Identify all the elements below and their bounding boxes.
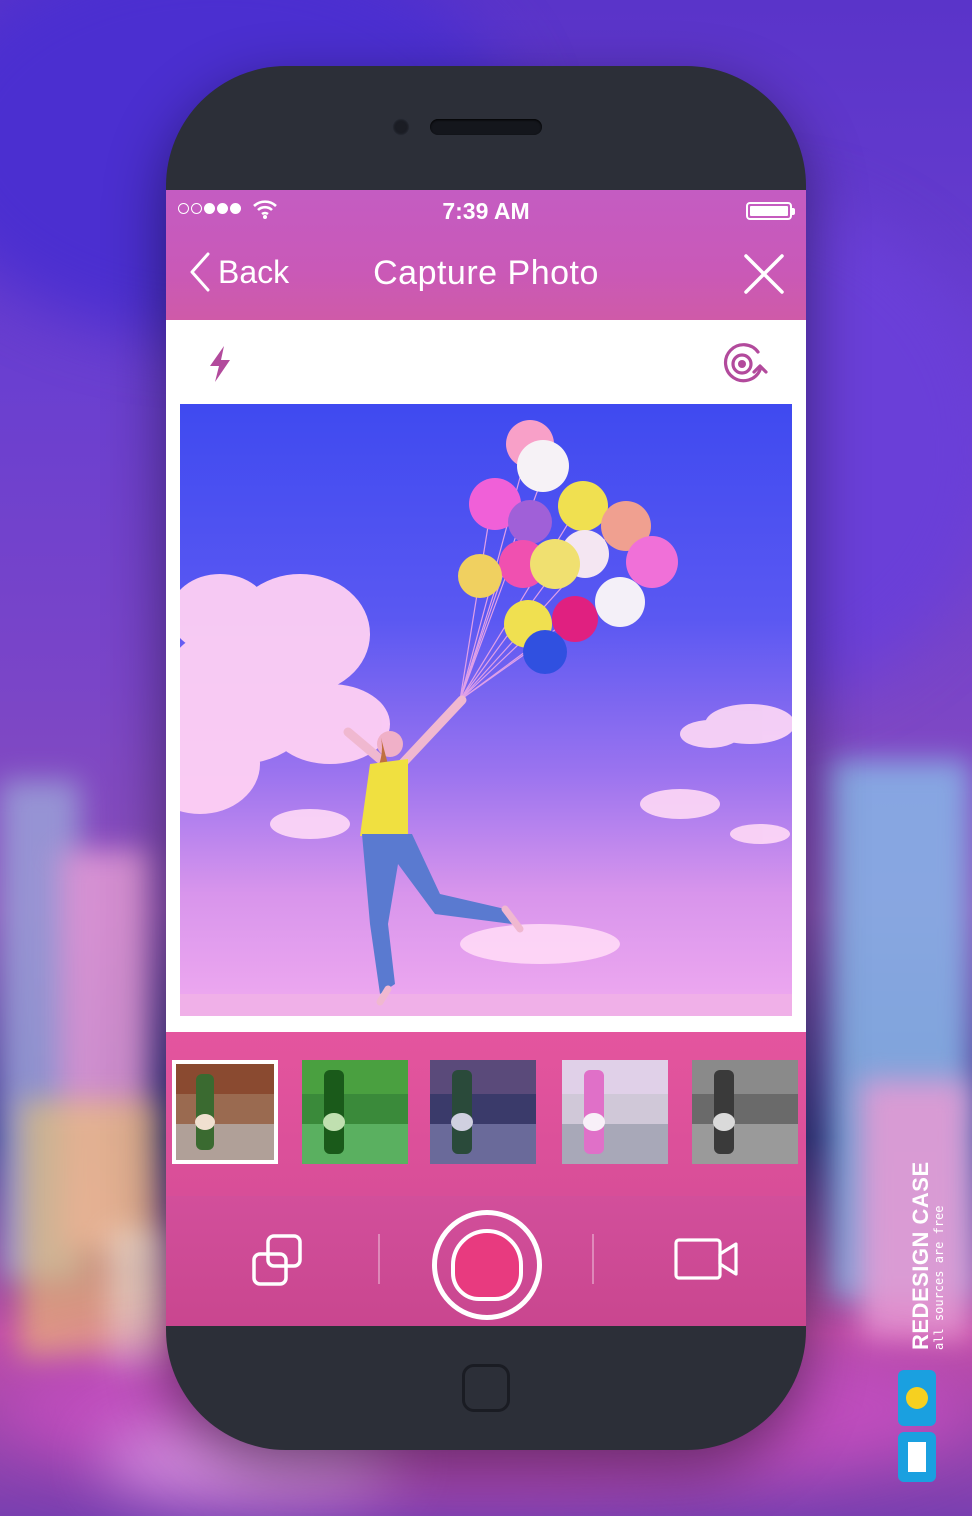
battery-icon: [746, 202, 795, 220]
filter-thumb-cool[interactable]: [430, 1060, 536, 1164]
watermark-tagline: all sources are free: [932, 1205, 946, 1351]
filter-thumb-mono[interactable]: [692, 1060, 798, 1164]
home-button[interactable]: [462, 1364, 510, 1412]
close-icon[interactable]: [742, 252, 786, 296]
gallery-icon[interactable]: [248, 1232, 306, 1290]
filter-thumb-warm[interactable]: [172, 1060, 278, 1164]
flip-camera-icon[interactable]: [720, 342, 768, 386]
earpiece-speaker: [430, 119, 542, 135]
filter-thumb-pink[interactable]: [562, 1060, 668, 1164]
header: 7:39 AM Back Capture Photo: [166, 190, 806, 320]
front-camera: [392, 118, 410, 136]
watermark: REDESIGN CASE all sources are free: [908, 1161, 946, 1350]
app-screen: 7:39 AM Back Capture Photo: [166, 190, 806, 1326]
redesign-case-logo: [898, 1370, 936, 1482]
camera-toolbar: [166, 320, 806, 404]
shutter-button[interactable]: [432, 1210, 542, 1320]
filter-thumb-green[interactable]: [302, 1060, 408, 1164]
camera-preview-photo: [180, 404, 792, 1016]
shutter-icon: [451, 1229, 523, 1301]
capture-bar: [166, 1196, 806, 1326]
flash-icon[interactable]: [204, 344, 236, 384]
divider-left: [378, 1234, 380, 1284]
watermark-brand: REDESIGN CASE: [908, 1161, 933, 1350]
status-time: 7:39 AM: [442, 198, 530, 224]
video-camera-icon[interactable]: [674, 1236, 740, 1282]
status-bar: 7:39 AM: [166, 190, 806, 232]
nav-bar: Back Capture Photo: [166, 232, 806, 320]
filter-strip: [166, 1032, 806, 1196]
page-title: Capture Photo: [373, 254, 599, 292]
divider-right: [592, 1234, 594, 1284]
